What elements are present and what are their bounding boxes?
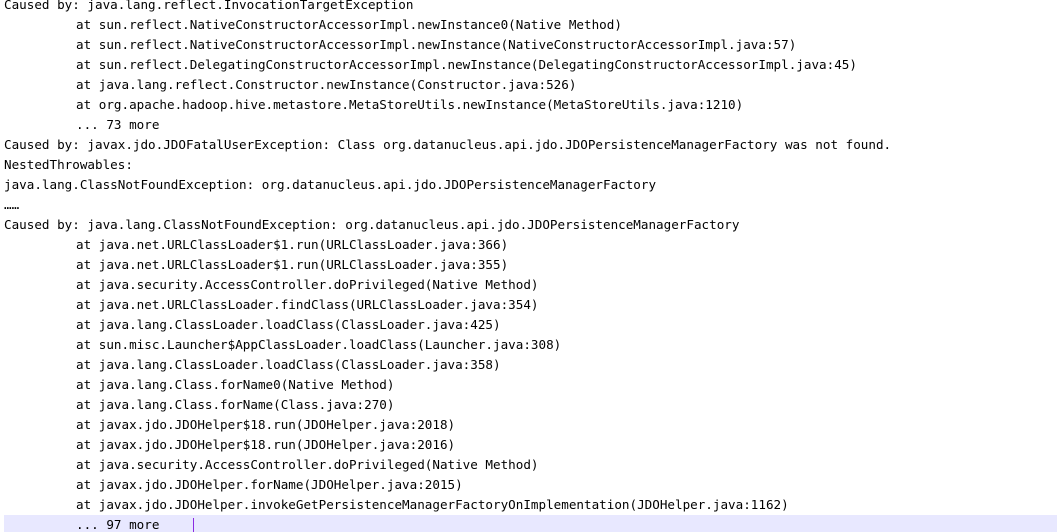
stack-trace-line[interactable]: at sun.reflect.DelegatingConstructorAcce… (4, 55, 1057, 75)
stack-trace-line[interactable]: NestedThrowables: (4, 155, 1057, 175)
line-text: at java.net.URLClassLoader.findClass(URL… (76, 297, 539, 312)
text-caret (193, 517, 195, 532)
line-text: Caused by: java.lang.reflect.InvocationT… (4, 0, 414, 12)
line-text: at sun.reflect.DelegatingConstructorAcce… (76, 57, 857, 72)
stack-trace-line[interactable]: at java.security.AccessController.doPriv… (4, 275, 1057, 295)
stack-trace-line[interactable]: at javax.jdo.JDOHelper.forName(JDOHelper… (4, 475, 1057, 495)
stack-trace-line[interactable]: at org.apache.hadoop.hive.metastore.Meta… (4, 95, 1057, 115)
line-text: at java.lang.Class.forName(Class.java:27… (76, 397, 395, 412)
stack-trace-line[interactable]: Caused by: java.lang.ClassNotFoundExcept… (4, 215, 1057, 235)
line-text: at java.lang.ClassLoader.loadClass(Class… (76, 357, 501, 372)
stack-trace-line[interactable]: at java.net.URLClassLoader.findClass(URL… (4, 295, 1057, 315)
line-text: java.lang.ClassNotFoundException: org.da… (4, 177, 657, 192)
line-text: at sun.reflect.NativeConstructorAccessor… (76, 37, 797, 52)
line-text: at java.lang.reflect.Constructor.newInst… (76, 77, 577, 92)
stack-trace-line[interactable]: at sun.reflect.NativeConstructorAccessor… (4, 15, 1057, 35)
line-text: NestedThrowables: (4, 157, 133, 172)
line-text: at javax.jdo.JDOHelper.invokeGetPersiste… (76, 497, 789, 512)
stack-trace-line[interactable]: at sun.reflect.NativeConstructorAccessor… (4, 35, 1057, 55)
stack-trace-line[interactable]: at java.net.URLClassLoader$1.run(URLClas… (4, 235, 1057, 255)
line-text: ... 73 more (76, 117, 160, 132)
line-text: at java.net.URLClassLoader$1.run(URLClas… (76, 257, 509, 272)
line-text: at sun.reflect.NativeConstructorAccessor… (76, 17, 622, 32)
line-text: …… (4, 197, 20, 212)
stack-trace-line[interactable]: …… (4, 195, 1057, 215)
line-text: Caused by: java.lang.ClassNotFoundExcept… (4, 217, 740, 232)
editor-lines[interactable]: Caused by: java.lang.reflect.InvocationT… (4, 0, 1057, 532)
line-text: at java.security.AccessController.doPriv… (76, 277, 539, 292)
stack-trace-line[interactable]: at javax.jdo.JDOHelper.invokeGetPersiste… (4, 495, 1057, 515)
line-text: at java.lang.Class.forName0(Native Metho… (76, 377, 395, 392)
stack-trace-line[interactable]: at sun.misc.Launcher$AppClassLoader.load… (4, 335, 1057, 355)
text-editor[interactable]: Caused by: java.lang.reflect.InvocationT… (0, 0, 1057, 532)
line-text: at org.apache.hadoop.hive.metastore.Meta… (76, 97, 744, 112)
stack-trace-line[interactable]: at java.lang.Class.forName0(Native Metho… (4, 375, 1057, 395)
line-text: at javax.jdo.JDOHelper$18.run(JDOHelper.… (76, 437, 456, 452)
line-text: at javax.jdo.JDOHelper$18.run(JDOHelper.… (76, 417, 456, 432)
line-text: at java.net.URLClassLoader$1.run(URLClas… (76, 237, 509, 252)
stack-trace-line[interactable]: java.lang.ClassNotFoundException: org.da… (4, 175, 1057, 195)
stack-trace-line[interactable]: Caused by: java.lang.reflect.InvocationT… (4, 0, 1057, 15)
stack-trace-line[interactable]: at javax.jdo.JDOHelper$18.run(JDOHelper.… (4, 435, 1057, 455)
stack-trace-line[interactable]: at java.lang.ClassLoader.loadClass(Class… (4, 315, 1057, 335)
stack-trace-line[interactable]: at java.security.AccessController.doPriv… (4, 455, 1057, 475)
stack-trace-line[interactable]: ... 73 more (4, 115, 1057, 135)
stack-trace-line[interactable]: at java.lang.reflect.Constructor.newInst… (4, 75, 1057, 95)
stack-trace-line[interactable]: at java.lang.ClassLoader.loadClass(Class… (4, 355, 1057, 375)
stack-trace-line[interactable]: at java.lang.Class.forName(Class.java:27… (4, 395, 1057, 415)
stack-trace-line[interactable]: at java.net.URLClassLoader$1.run(URLClas… (4, 255, 1057, 275)
stack-trace-line[interactable]: Caused by: javax.jdo.JDOFatalUserExcepti… (4, 135, 1057, 155)
stack-trace-line[interactable]: at javax.jdo.JDOHelper$18.run(JDOHelper.… (4, 415, 1057, 435)
line-text: ... 97 more (76, 517, 160, 532)
line-text: at sun.misc.Launcher$AppClassLoader.load… (76, 337, 562, 352)
current-line[interactable]: ... 97 more (4, 515, 1057, 532)
line-text: at java.security.AccessController.doPriv… (76, 457, 539, 472)
line-text: Caused by: javax.jdo.JDOFatalUserExcepti… (4, 137, 892, 152)
line-text: at java.lang.ClassLoader.loadClass(Class… (76, 317, 501, 332)
line-text: at javax.jdo.JDOHelper.forName(JDOHelper… (76, 477, 463, 492)
